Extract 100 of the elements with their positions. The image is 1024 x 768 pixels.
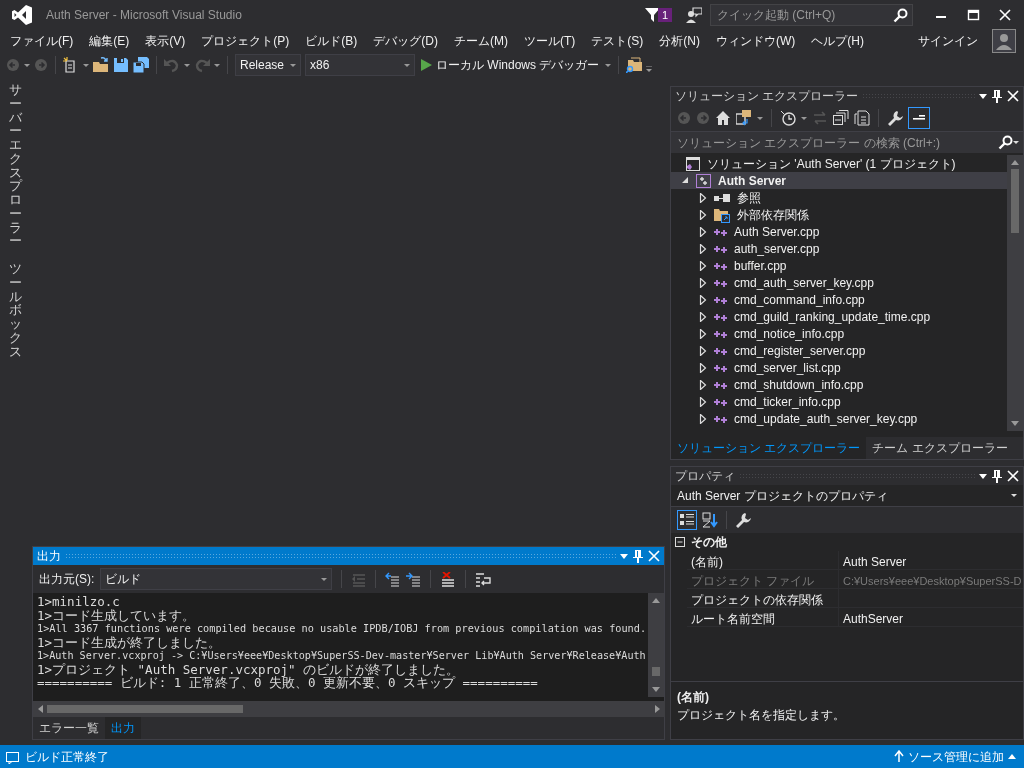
home-icon[interactable] bbox=[715, 110, 731, 126]
find-previous-icon[interactable] bbox=[385, 571, 401, 587]
menu-item[interactable]: チーム(M) bbox=[446, 31, 516, 51]
dropdown-caret-icon[interactable] bbox=[979, 473, 987, 479]
tree-item[interactable]: auth_server.cpp bbox=[671, 240, 1007, 257]
notification-badge[interactable]: 1 bbox=[657, 8, 672, 22]
source-control-button[interactable]: ソース管理に追加 bbox=[892, 747, 1018, 766]
feedback-icon[interactable] bbox=[686, 7, 702, 23]
avatar-icon[interactable] bbox=[992, 29, 1016, 53]
menu-item[interactable]: 編集(E) bbox=[81, 31, 138, 51]
collapse-all-icon[interactable] bbox=[833, 110, 849, 126]
sign-in-link[interactable]: サインイン bbox=[910, 31, 986, 51]
property-value[interactable]: Auth Server bbox=[843, 555, 907, 569]
vertical-scrollbar[interactable] bbox=[1007, 155, 1023, 431]
collapsed-arrow-icon[interactable] bbox=[699, 311, 707, 322]
menu-item[interactable]: ビルド(B) bbox=[297, 31, 366, 51]
find-next-icon[interactable] bbox=[406, 571, 422, 587]
pin-icon[interactable] bbox=[991, 469, 1003, 483]
menu-item[interactable]: 分析(N) bbox=[651, 31, 708, 51]
platform-dropdown[interactable]: x86 bbox=[305, 54, 415, 76]
clear-all-icon[interactable] bbox=[440, 571, 457, 587]
collapsed-arrow-icon[interactable] bbox=[699, 379, 707, 390]
collapse-box-icon[interactable] bbox=[675, 537, 685, 547]
tree-item[interactable]: cmd_guild_ranking_update_time.cpp bbox=[671, 308, 1007, 325]
panel-tab[interactable]: ソリューション エクスプローラー bbox=[671, 437, 867, 459]
start-debugging-button[interactable]: ローカル Windows デバッガー bbox=[419, 56, 602, 74]
collapsed-arrow-icon[interactable] bbox=[699, 413, 707, 424]
menu-item[interactable]: ヘルプ(H) bbox=[803, 31, 872, 51]
tree-item[interactable]: buffer.cpp bbox=[671, 257, 1007, 274]
toolbar-overflow-icon[interactable] bbox=[646, 66, 653, 72]
menu-item[interactable]: テスト(S) bbox=[583, 31, 652, 51]
tree-item[interactable]: 参照 bbox=[671, 189, 1007, 206]
folder-search-icon[interactable] bbox=[626, 57, 643, 73]
close-icon[interactable] bbox=[1007, 470, 1019, 482]
tree-item[interactable]: Auth Server bbox=[671, 172, 1007, 189]
side-tab[interactable]: ツールボックス bbox=[8, 263, 22, 360]
dropdown-caret-icon[interactable] bbox=[979, 93, 987, 99]
collapsed-arrow-icon[interactable] bbox=[699, 226, 707, 237]
save-all-icon[interactable] bbox=[133, 57, 149, 73]
tree-item[interactable]: cmd_ticker_info.cpp bbox=[671, 393, 1007, 410]
tree-item[interactable]: ソリューション 'Auth Server' (1 プロジェクト) bbox=[671, 155, 1007, 172]
menu-item[interactable]: プロジェクト(P) bbox=[193, 31, 298, 51]
close-icon[interactable] bbox=[1007, 90, 1019, 102]
tree-item[interactable]: cmd_server_list.cpp bbox=[671, 359, 1007, 376]
vertical-scrollbar[interactable] bbox=[648, 593, 664, 697]
pin-icon[interactable] bbox=[991, 89, 1003, 103]
collapsed-arrow-icon[interactable] bbox=[699, 328, 707, 339]
filter-icon[interactable] bbox=[644, 7, 660, 23]
solution-search-field[interactable]: ソリューション エクスプローラー の検索 (Ctrl+:) bbox=[671, 131, 1023, 153]
menu-item[interactable]: ファイル(F) bbox=[2, 31, 82, 51]
categorized-icon[interactable] bbox=[677, 510, 697, 530]
collapsed-arrow-icon[interactable] bbox=[699, 243, 707, 254]
output-line: 1>minilzo.c bbox=[37, 595, 120, 609]
tree-item[interactable]: cmd_update_auth_server_key.cpp bbox=[671, 410, 1007, 427]
panel-tab[interactable]: 出力 bbox=[105, 717, 141, 739]
horizontal-scrollbar[interactable] bbox=[33, 701, 665, 717]
tree-item[interactable]: Auth Server.cpp bbox=[671, 223, 1007, 240]
property-value[interactable]: AuthServer bbox=[843, 612, 904, 626]
menu-item[interactable]: ウィンドウ(W) bbox=[708, 31, 804, 51]
tree-item[interactable]: cmd_register_server.cpp bbox=[671, 342, 1007, 359]
collapsed-arrow-icon[interactable] bbox=[699, 192, 707, 203]
collapsed-arrow-icon[interactable] bbox=[699, 260, 707, 271]
search-icon[interactable] bbox=[893, 7, 908, 23]
alphabetical-icon[interactable] bbox=[702, 512, 718, 528]
wrench-icon[interactable] bbox=[735, 512, 751, 528]
menu-item[interactable]: ツール(T) bbox=[516, 31, 584, 51]
panel-tab[interactable]: チーム エクスプローラー bbox=[866, 437, 1014, 459]
wrench-icon[interactable] bbox=[887, 110, 903, 126]
menu-item[interactable]: 表示(V) bbox=[137, 31, 194, 51]
close-icon[interactable] bbox=[999, 9, 1011, 21]
preview-toggle-icon[interactable] bbox=[908, 107, 930, 129]
tree-item[interactable]: cmd_notice_info.cpp bbox=[671, 325, 1007, 342]
maximize-icon[interactable] bbox=[966, 9, 980, 21]
menu-item[interactable]: デバッグ(D) bbox=[365, 31, 446, 51]
tree-item[interactable]: cmd_auth_server_key.cpp bbox=[671, 274, 1007, 291]
play-icon[interactable] bbox=[421, 59, 432, 71]
configuration-dropdown[interactable]: Release bbox=[235, 54, 301, 76]
panel-tab[interactable]: エラー一覧 bbox=[33, 717, 105, 739]
show-all-files-icon[interactable] bbox=[854, 110, 870, 126]
expanded-arrow-icon[interactable] bbox=[681, 175, 689, 186]
dropdown-caret-icon[interactable] bbox=[1011, 494, 1017, 497]
search-icon[interactable] bbox=[998, 135, 1013, 150]
clock-icon[interactable] bbox=[780, 110, 796, 126]
collapsed-arrow-icon[interactable] bbox=[699, 345, 707, 356]
open-folder-icon[interactable] bbox=[93, 57, 109, 73]
side-tab[interactable]: サーバーエクスプローラー bbox=[8, 84, 22, 249]
collapsed-arrow-icon[interactable] bbox=[699, 362, 707, 373]
output-source-dropdown[interactable]: ビルド bbox=[100, 568, 333, 590]
tree-item[interactable]: 外部依存関係 bbox=[671, 206, 1007, 223]
collapsed-arrow-icon[interactable] bbox=[699, 277, 707, 288]
tree-item[interactable]: cmd_shutdown_info.cpp bbox=[671, 376, 1007, 393]
dropdown-caret-icon[interactable] bbox=[1013, 141, 1019, 144]
word-wrap-icon[interactable] bbox=[475, 571, 492, 587]
quick-launch-field[interactable]: クイック起動 (Ctrl+Q) bbox=[710, 4, 913, 26]
save-icon[interactable] bbox=[113, 57, 129, 73]
collapsed-arrow-icon[interactable] bbox=[699, 396, 707, 407]
tree-item[interactable]: cmd_command_info.cpp bbox=[671, 291, 1007, 308]
switch-views-icon[interactable] bbox=[736, 110, 752, 126]
collapsed-arrow-icon[interactable] bbox=[699, 209, 707, 220]
collapsed-arrow-icon[interactable] bbox=[699, 294, 707, 305]
